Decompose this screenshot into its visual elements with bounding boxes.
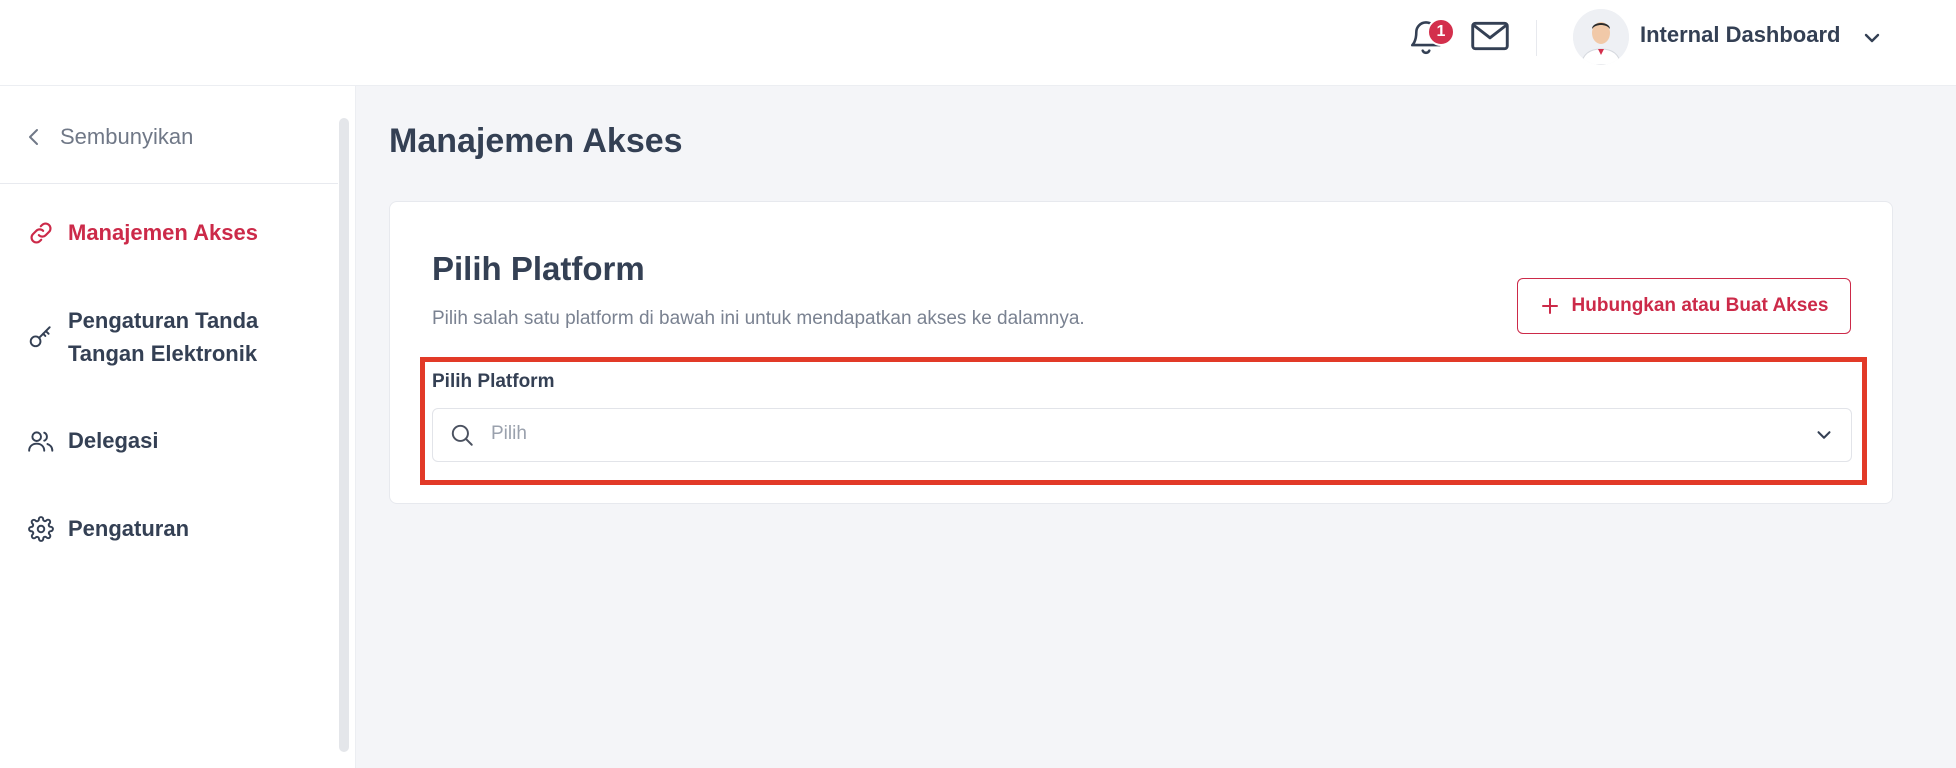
sidebar-item-manajemen-akses[interactable]: Manajemen Akses: [26, 216, 258, 249]
sidebar-hide-label: Sembunyikan: [60, 124, 194, 149]
sidebar-divider: [0, 183, 338, 184]
sidebar-hide-button[interactable]: Sembunyikan: [26, 124, 193, 150]
users-icon: [26, 424, 56, 457]
platform-card: Pilih Platform Pilih salah satu platform…: [389, 201, 1893, 504]
sidebar-item-label: Delegasi: [68, 428, 159, 453]
sidebar-scrollbar[interactable]: [339, 118, 349, 752]
sidebar-item-pengaturan-tanda-tangan[interactable]: Pengaturan Tanda Tangan Elektronik: [26, 304, 258, 370]
notification-button[interactable]: 1: [1404, 14, 1455, 58]
platform-select[interactable]: Pilih: [432, 408, 1852, 462]
top-header: 1 Internal Dashboard: [0, 0, 1956, 86]
user-menu-toggle[interactable]: [1860, 26, 1884, 50]
chevron-left-icon: [29, 129, 38, 145]
key-icon: [26, 320, 56, 353]
card-title: Pilih Platform: [432, 250, 645, 287]
chevron-down-icon: [1817, 431, 1831, 439]
link-icon: [26, 216, 56, 249]
connect-button-label: Hubungkan atau Buat Akses: [1571, 295, 1829, 316]
sidebar-item-delegasi[interactable]: Delegasi: [26, 424, 159, 457]
user-name[interactable]: Internal Dashboard: [1640, 22, 1840, 48]
sidebar-item-label-line1: Pengaturan Tanda: [68, 308, 259, 333]
select-placeholder: Pilih: [491, 423, 527, 444]
sidebar-item-label-line2: Tangan Elektronik: [68, 341, 258, 366]
mail-button[interactable]: [1468, 16, 1512, 60]
plus-icon: [1541, 298, 1558, 314]
sidebar-item-pengaturan[interactable]: Pengaturan: [26, 512, 189, 545]
gear-icon: [26, 512, 56, 545]
sidebar: Sembunyikan Manajemen Akses Pengaturan T…: [0, 86, 356, 768]
sidebar-item-label: Pengaturan: [68, 516, 190, 541]
platform-field-label: Pilih Platform: [432, 371, 555, 392]
mail-icon: [1471, 21, 1509, 51]
card-description: Pilih salah satu platform di bawah ini u…: [432, 308, 1085, 329]
avatar[interactable]: [1573, 9, 1629, 65]
notification-badge: 1: [1427, 18, 1455, 46]
sidebar-item-label: Manajemen Akses: [68, 220, 258, 245]
header-divider: [1536, 20, 1537, 56]
page-title: Manajemen Akses: [389, 122, 683, 160]
chevron-down-icon: [1864, 33, 1880, 43]
connect-or-create-access-button[interactable]: Hubungkan atau Buat Akses: [1517, 278, 1851, 334]
search-icon: [451, 424, 473, 446]
